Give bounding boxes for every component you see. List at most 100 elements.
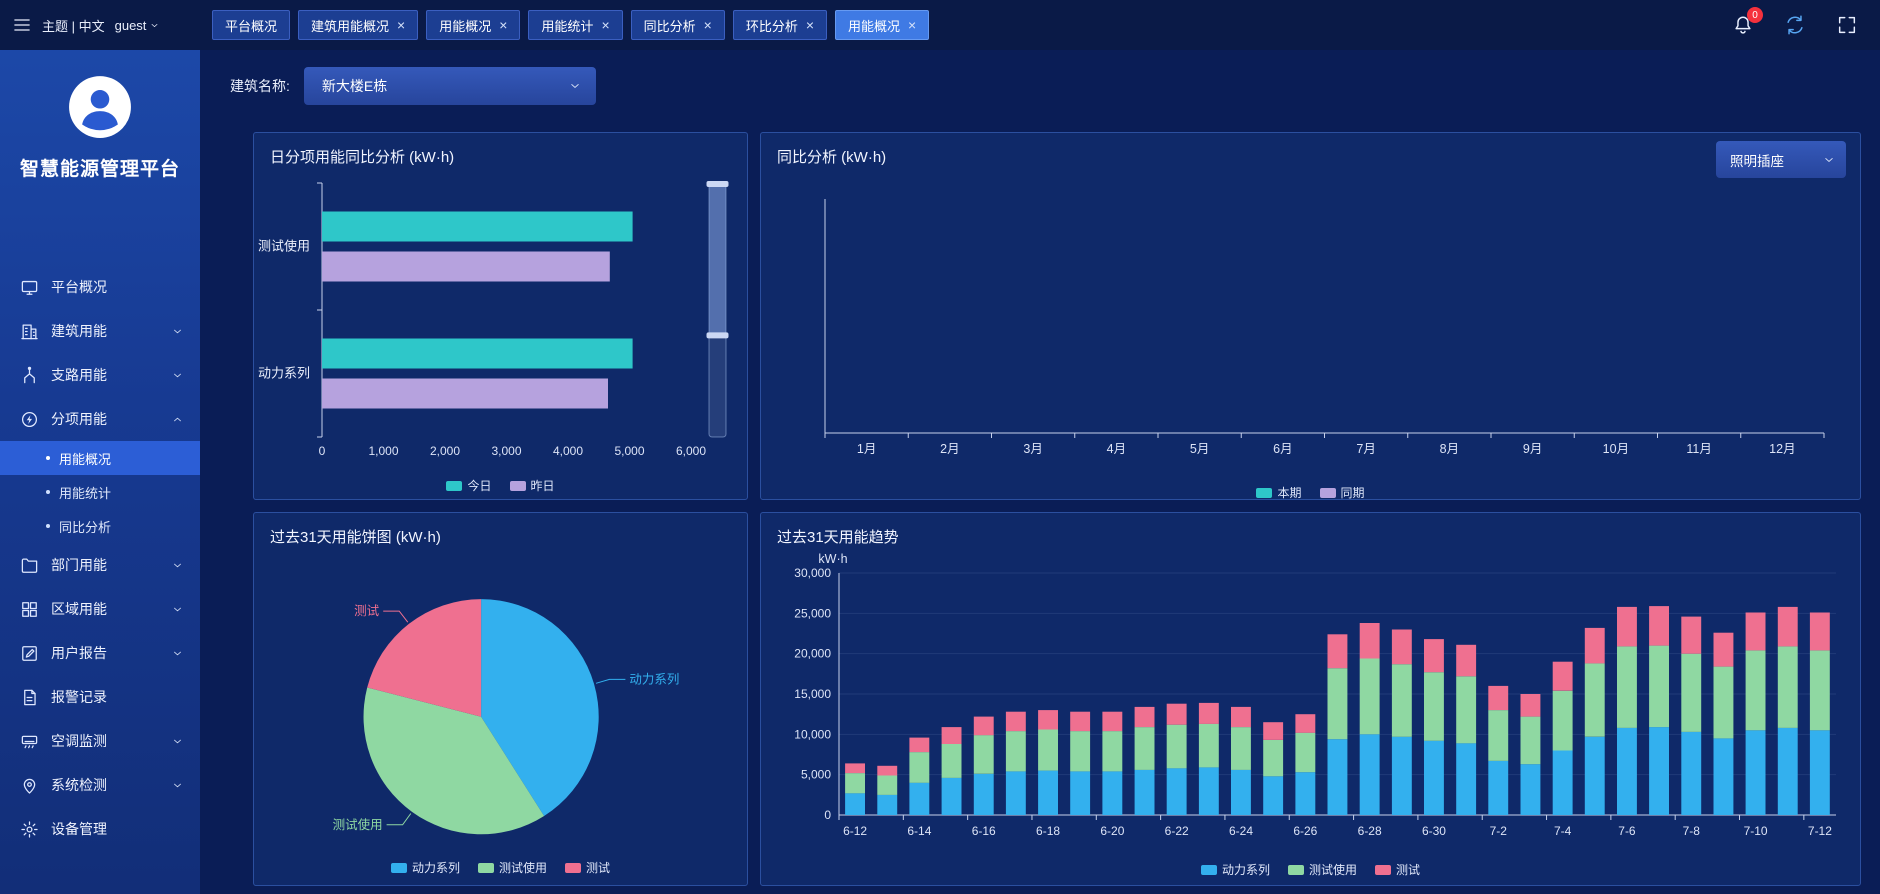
- close-icon[interactable]: ×: [397, 18, 405, 32]
- svg-text:6,000: 6,000: [676, 444, 706, 458]
- chevron-down-icon: [171, 779, 184, 792]
- sidebar-item[interactable]: 部门用能: [0, 543, 200, 587]
- building-select[interactable]: 新大楼E栋: [304, 67, 596, 105]
- legend-item[interactable]: 测试使用: [478, 859, 547, 876]
- fullscreen-button[interactable]: [1836, 14, 1858, 36]
- sidebar-item[interactable]: 设备管理: [0, 807, 200, 851]
- sidebar-subitem[interactable]: 同比分析: [0, 509, 200, 543]
- sidebar-item[interactable]: 空调监测: [0, 719, 200, 763]
- tab-item[interactable]: 用能统计×: [528, 10, 622, 40]
- legend-swatch: [1256, 488, 1272, 498]
- topbar: 平台概况建筑用能概况×用能概况×用能统计×同比分析×环比分析×用能概况× 0: [200, 0, 1880, 50]
- sidebar-item[interactable]: 报警记录: [0, 675, 200, 719]
- series-select[interactable]: 照明插座: [1716, 141, 1846, 178]
- svg-text:5,000: 5,000: [801, 768, 831, 782]
- panel-daily-compare: 日分项用能同比分析 (kW·h) 01,0002,0003,0004,0005,…: [253, 132, 748, 500]
- location-icon: [20, 776, 39, 795]
- sidebar-menu: 平台概况建筑用能支路用能分项用能用能概况用能统计同比分析部门用能区域用能用户报告…: [0, 265, 200, 851]
- sidebar-item[interactable]: 支路用能: [0, 353, 200, 397]
- svg-text:7-4: 7-4: [1554, 824, 1572, 838]
- sidebar-item[interactable]: 区域用能: [0, 587, 200, 631]
- sidebar-item[interactable]: 平台概况: [0, 265, 200, 309]
- tab-label: 平台概况: [225, 16, 277, 35]
- tab-item[interactable]: 环比分析×: [733, 10, 827, 40]
- theme-lang-switch[interactable]: 主题 | 中文: [42, 16, 105, 35]
- close-icon[interactable]: ×: [499, 18, 507, 32]
- tab-item[interactable]: 同比分析 ×: [631, 10, 725, 40]
- legend-item[interactable]: 昨日: [510, 477, 555, 494]
- svg-text:4月: 4月: [1107, 442, 1126, 456]
- close-icon[interactable]: ×: [806, 18, 814, 32]
- chevron-down-icon: [171, 559, 184, 572]
- legend-item[interactable]: 同期: [1320, 484, 1365, 500]
- yoy-chart[interactable]: 1月2月3月4月5月6月7月8月9月10月11月12月: [769, 185, 1850, 471]
- legend-label: 动力系列: [1222, 861, 1270, 878]
- svg-text:6-22: 6-22: [1165, 824, 1189, 838]
- svg-text:测试使用: 测试使用: [333, 817, 383, 832]
- svg-text:7-12: 7-12: [1808, 824, 1832, 838]
- svg-text:11月: 11月: [1686, 442, 1711, 456]
- legend-item[interactable]: 动力系列: [391, 859, 460, 876]
- daily-compare-chart[interactable]: 01,0002,0003,0004,0005,0006,000测试使用动力系列: [258, 175, 743, 467]
- legend-item[interactable]: 测试: [565, 859, 610, 876]
- sidebar-item[interactable]: 用户报告: [0, 631, 200, 675]
- pie-chart[interactable]: 动力系列测试使用 测试: [258, 555, 743, 849]
- svg-text:0: 0: [319, 444, 326, 458]
- trend-chart[interactable]: 05,00010,00015,00020,00025,00030,000kW·h…: [767, 547, 1852, 855]
- legend-swatch: [478, 863, 494, 873]
- sidebar-item[interactable]: 系统检测: [0, 763, 200, 807]
- svg-text:2月: 2月: [940, 442, 959, 456]
- panel-title: 日分项用能同比分析 (kW·h): [270, 146, 454, 167]
- sidebar: 主题 | 中文 guest 智慧能源管理平台 平台概况建筑用能支路用能分项用能用…: [0, 0, 200, 894]
- legend-item[interactable]: 今日: [446, 477, 491, 494]
- svg-text:动力系列: 动力系列: [629, 672, 679, 686]
- filter-bar: 建筑名称: 新大楼E栋: [200, 50, 1880, 122]
- svg-text:7月: 7月: [1356, 442, 1375, 456]
- chevron-down-icon: [171, 735, 184, 748]
- svg-text:测试: 测试: [354, 603, 380, 618]
- sidebar-item-label: 分项用能: [51, 409, 171, 429]
- sidebar-subitem[interactable]: 用能统计: [0, 475, 200, 509]
- close-icon[interactable]: ×: [704, 18, 712, 32]
- notification-badge: 0: [1747, 7, 1763, 23]
- sidebar-item[interactable]: 分项用能: [0, 397, 200, 441]
- gear-icon: [20, 820, 39, 839]
- legend-label: 今日: [467, 477, 491, 494]
- sidebar-item-label: 支路用能: [51, 365, 171, 385]
- sidebar-item-label: 部门用能: [51, 555, 171, 575]
- legend-item[interactable]: 动力系列: [1201, 861, 1270, 878]
- panel-title: 过去31天用能饼图 (kW·h): [270, 526, 441, 547]
- sidebar-item-label: 报警记录: [51, 687, 184, 707]
- close-icon[interactable]: ×: [601, 18, 609, 32]
- tab-item[interactable]: 用能概况×: [835, 10, 929, 40]
- panel-title: 同比分析 (kW·h): [777, 146, 886, 167]
- sidebar-item-label: 用户报告: [51, 643, 171, 663]
- chart-legend: 今日 昨日: [254, 477, 747, 494]
- sidebar-item[interactable]: 建筑用能: [0, 309, 200, 353]
- svg-text:6-20: 6-20: [1100, 824, 1124, 838]
- menu-toggle-icon[interactable]: [12, 15, 32, 35]
- legend-item[interactable]: 测试: [1375, 861, 1420, 878]
- svg-text:12月: 12月: [1769, 442, 1795, 456]
- chevron-down-icon: [1822, 153, 1836, 167]
- sidebar-item-label: 平台概况: [51, 277, 184, 297]
- chevron-down-icon: [171, 325, 184, 338]
- tab-item[interactable]: 用能概况×: [426, 10, 520, 40]
- legend-item[interactable]: 本期: [1256, 484, 1301, 500]
- tab-item[interactable]: 平台概况: [212, 10, 290, 40]
- legend-item[interactable]: 测试使用: [1288, 861, 1357, 878]
- refresh-button[interactable]: [1784, 14, 1806, 36]
- tab-item[interactable]: 建筑用能概况×: [298, 10, 418, 40]
- sidebar-subitem[interactable]: 用能概况: [0, 441, 200, 475]
- tab-label: 同比分析: [644, 16, 696, 35]
- svg-text:8月: 8月: [1440, 442, 1459, 456]
- sidebar-item-label: 系统检测: [51, 775, 171, 795]
- svg-text:3,000: 3,000: [491, 444, 521, 458]
- notifications-button[interactable]: 0: [1732, 14, 1754, 36]
- user-menu[interactable]: guest: [115, 18, 161, 33]
- svg-text:6-12: 6-12: [843, 824, 867, 838]
- close-icon[interactable]: ×: [908, 18, 916, 32]
- svg-text:测试使用: 测试使用: [258, 239, 310, 254]
- legend-label: 同期: [1341, 484, 1365, 500]
- svg-text:7-2: 7-2: [1490, 824, 1508, 838]
